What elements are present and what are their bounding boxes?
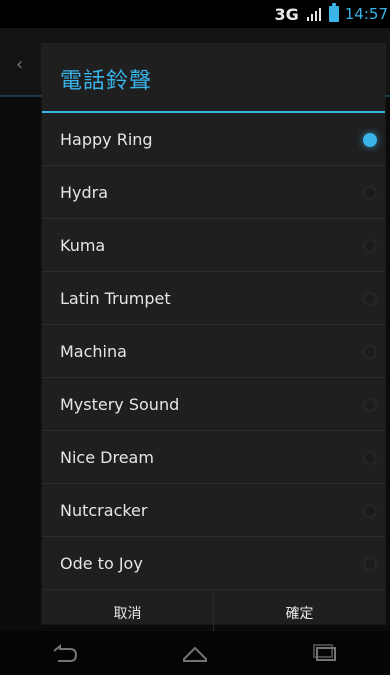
list-item[interactable]: Machina (42, 325, 385, 378)
recent-apps-icon[interactable] (303, 638, 347, 668)
list-item[interactable]: Nice Dream (42, 431, 385, 484)
home-icon[interactable] (173, 638, 217, 668)
list-item-label: Machina (60, 342, 127, 361)
ringtone-list[interactable]: Happy Ring Hydra Kuma Latin Trumpet Mach… (42, 113, 385, 589)
list-item-label: Latin Trumpet (60, 289, 171, 308)
back-arrow-icon: ‹ (16, 54, 24, 75)
list-item-label: Ode to Joy (60, 554, 143, 573)
ringtone-dialog: 電話鈴聲 Happy Ring Hydra Kuma Latin Trumpet… (42, 44, 385, 638)
phone-screen: 3G 14:57 ‹ 電話鈴聲 Happy Ring Hydra Kuma La… (0, 0, 390, 675)
clock: 14:57 (344, 5, 388, 23)
battery-icon (328, 3, 339, 22)
list-item-label: Nice Dream (60, 448, 154, 467)
radio-button-selected[interactable] (363, 133, 377, 147)
status-bar-right: 3G 14:57 (275, 0, 390, 28)
radio-button[interactable] (363, 239, 377, 253)
list-item[interactable]: Ode to Joy (42, 537, 385, 589)
list-item[interactable]: Hydra (42, 166, 385, 219)
system-navigation-bar (0, 631, 390, 675)
list-item[interactable]: Latin Trumpet (42, 272, 385, 325)
radio-button[interactable] (363, 451, 377, 465)
list-item-label: Hydra (60, 183, 109, 202)
status-bar: 3G 14:57 (0, 0, 390, 28)
network-type: 3G (274, 4, 299, 24)
list-item-label: Nutcracker (60, 501, 148, 520)
list-item[interactable]: Kuma (42, 219, 385, 272)
signal-icon (305, 5, 323, 23)
radio-button[interactable] (363, 504, 377, 518)
list-item-label: Happy Ring (60, 130, 153, 149)
list-item[interactable]: Mystery Sound (42, 378, 385, 431)
dialog-title: 電話鈴聲 (60, 69, 153, 94)
list-item[interactable]: Nutcracker (42, 484, 385, 537)
list-item[interactable]: Happy Ring (42, 113, 385, 166)
radio-button[interactable] (363, 398, 377, 412)
list-item-label: Mystery Sound (60, 395, 180, 414)
radio-button[interactable] (363, 292, 377, 306)
radio-button[interactable] (363, 345, 377, 359)
radio-button[interactable] (363, 186, 377, 200)
back-icon[interactable] (43, 638, 87, 668)
radio-button[interactable] (363, 557, 377, 571)
list-item-label: Kuma (60, 236, 106, 255)
